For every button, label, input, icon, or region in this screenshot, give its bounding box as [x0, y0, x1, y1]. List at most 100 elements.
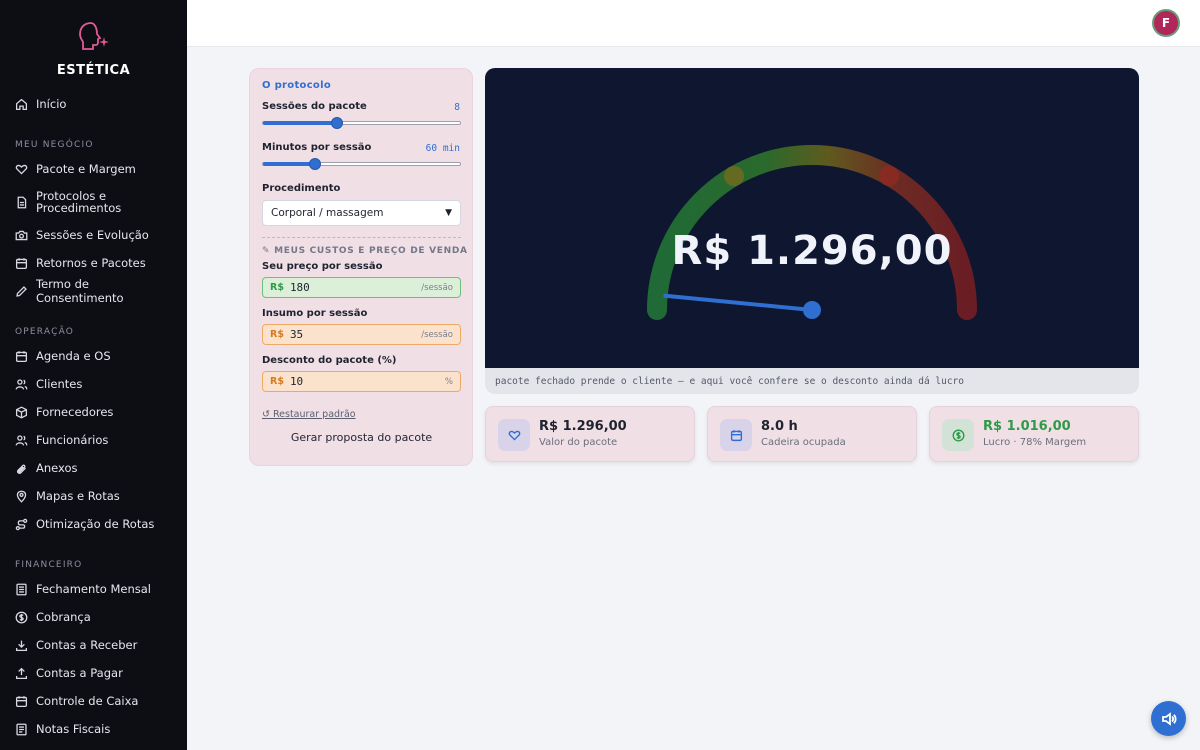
- sidebar-item-label: Fornecedores: [36, 405, 114, 419]
- sidebar-item-label: Fechamento Mensal: [36, 582, 152, 596]
- currency-prefix: R$: [270, 376, 284, 387]
- head-sparkle-logo: [78, 22, 109, 50]
- sessions-value: 8: [454, 102, 460, 113]
- unit-suffix: /sessão: [421, 282, 453, 293]
- brand[interactable]: ESTÉTICA: [0, 0, 187, 88]
- calendar-icon: [15, 257, 28, 270]
- sidebar-item-label: Protocolos e Procedimentos: [36, 189, 122, 215]
- stat-icon-box: [720, 419, 752, 451]
- sidebar-item-label: Mapas e Rotas: [36, 489, 120, 503]
- sidebar-item-label: Contas a Pagar: [36, 666, 123, 680]
- currency-prefix: R$: [270, 282, 284, 293]
- sessions-slider[interactable]: [262, 117, 461, 129]
- users-icon: [15, 378, 28, 391]
- route-icon: [15, 518, 28, 531]
- map-pin-icon: [15, 490, 28, 503]
- sidebar-item-funcionarios[interactable]: Funcionários: [0, 426, 187, 454]
- camera-icon: [15, 229, 28, 242]
- sidebar-item-clientes[interactable]: Clientes: [0, 370, 187, 398]
- supply-input[interactable]: R$ 35 /sessão: [262, 324, 461, 345]
- sidebar-item-label: Retornos e Pacotes: [36, 256, 146, 270]
- sidebar-item-label: Anexos: [36, 461, 78, 475]
- sidebar-item-caixa[interactable]: Controle de Caixa: [0, 687, 187, 715]
- procedure-selected: Corporal / massagem: [271, 207, 384, 219]
- sidebar-item-label: Cobrança: [36, 610, 91, 624]
- sidebar-item-notas[interactable]: Notas Fiscais: [0, 715, 187, 743]
- heart-icon: [15, 163, 28, 176]
- gauge-svg: [647, 145, 977, 320]
- stat-card-package-value: R$ 1.296,00 Valor do pacote: [485, 406, 695, 462]
- section-financeiro: FINANCEIRO: [15, 560, 83, 570]
- gauge-card: R$ 1.296,00 pacote fechado prende o clie…: [485, 68, 1139, 394]
- restore-defaults-link[interactable]: ↺ Restaurar padrão: [262, 409, 356, 420]
- calendar-icon: [15, 695, 28, 708]
- gauge-marker-red: [879, 166, 899, 186]
- sessions-label: Sessões do pacote: [262, 101, 367, 112]
- supply-label: Insumo por sessão: [262, 308, 368, 319]
- brand-name: ESTÉTICA: [56, 63, 131, 78]
- stat-label: Lucro · 78% Margem: [983, 437, 1087, 448]
- slider-handle[interactable]: [308, 158, 321, 170]
- price-input[interactable]: R$ 180 /sessão: [262, 277, 461, 298]
- sidebar-item-protocolos[interactable]: Protocolos e Procedimentos: [0, 183, 187, 221]
- currency-prefix: R$: [270, 329, 284, 340]
- minutes-slider[interactable]: [262, 158, 461, 170]
- slider-fill: [263, 162, 315, 166]
- dollar-icon: [15, 611, 28, 624]
- panel-title: O protocolo: [262, 80, 331, 91]
- section-meu-negocio: MEU NEGÓCIO: [15, 140, 94, 150]
- sidebar-item-inicio[interactable]: Início: [0, 90, 187, 118]
- sidebar-item-otimizacao[interactable]: Otimização de Rotas: [0, 510, 187, 538]
- minutes-value: 60 min: [425, 143, 460, 154]
- home-icon: [15, 98, 28, 111]
- document-icon: [15, 723, 28, 736]
- speaker-button[interactable]: [1151, 701, 1186, 736]
- price-value: 180: [289, 281, 310, 294]
- pen-icon: [15, 285, 28, 298]
- sidebar-item-label: Pacote e Margem: [36, 162, 136, 176]
- slider-fill: [263, 121, 337, 125]
- unit-suffix: /sessão: [421, 329, 453, 340]
- sidebar-item-fechamento[interactable]: Fechamento Mensal: [0, 575, 187, 603]
- sidebar-item-label: Contas a Receber: [36, 638, 138, 652]
- discount-value: 10: [289, 375, 304, 388]
- discount-input[interactable]: R$ 10 %: [262, 371, 461, 392]
- sidebar-item-label: Notas Fiscais: [36, 722, 111, 736]
- procedure-select[interactable]: Corporal / massagem ▼: [262, 200, 461, 226]
- sidebar-item-fornecedores[interactable]: Fornecedores: [0, 398, 187, 426]
- stat-value: R$ 1.296,00: [539, 419, 627, 434]
- sidebar-item-receber[interactable]: Contas a Receber: [0, 631, 187, 659]
- paperclip-icon: [15, 462, 28, 475]
- avatar[interactable]: F: [1152, 9, 1180, 37]
- heart-icon: [508, 430, 520, 441]
- document-icon: [15, 583, 28, 596]
- sidebar-item-termo[interactable]: Termo de Consentimento: [0, 277, 187, 305]
- supply-value: 35: [289, 328, 304, 341]
- section-operacao: OPERAÇÃO: [15, 327, 75, 337]
- generate-proposal-button[interactable]: Gerar proposta do pacote: [262, 431, 461, 449]
- topbar: F: [187, 0, 1200, 47]
- chevron-down-icon: ▼: [445, 208, 452, 218]
- sidebar-item-anexos[interactable]: Anexos: [0, 454, 187, 482]
- stat-card-profit: R$ 1.016,00 Lucro · 78% Margem: [929, 406, 1139, 462]
- stat-value: 8.0 h: [761, 419, 798, 434]
- price-label: Seu preço por sessão: [262, 261, 383, 272]
- slider-handle[interactable]: [330, 117, 343, 129]
- gauge-caption: pacote fechado prende o cliente — e aqui…: [495, 376, 964, 387]
- stat-icon-box: [942, 419, 974, 451]
- protocol-panel: O protocolo Sessões do pacote 8 Minutos …: [249, 68, 473, 466]
- sidebar-item-pacote-margem[interactable]: Pacote e Margem: [0, 155, 187, 183]
- sidebar-item-retornos[interactable]: Retornos e Pacotes: [0, 249, 187, 277]
- sidebar-item-mapas[interactable]: Mapas e Rotas: [0, 482, 187, 510]
- sidebar-item-agenda[interactable]: Agenda e OS: [0, 342, 187, 370]
- sidebar-item-sessoes[interactable]: Sessões e Evolução: [0, 221, 187, 249]
- sidebar-item-label: Controle de Caixa: [36, 694, 139, 708]
- sidebar-item-label: Agenda e OS: [36, 349, 111, 363]
- stat-label: Cadeira ocupada: [761, 437, 846, 448]
- costs-caption: ✎ MEUS CUSTOS E PREÇO DE VENDA: [262, 246, 468, 256]
- sidebar-item-pagar[interactable]: Contas a Pagar: [0, 659, 187, 687]
- sidebar-item-label: Termo de Consentimento: [36, 277, 124, 305]
- gauge-needle: [663, 293, 814, 312]
- sidebar-item-label: Otimização de Rotas: [36, 517, 155, 531]
- sidebar-item-cobranca[interactable]: Cobrança: [0, 603, 187, 631]
